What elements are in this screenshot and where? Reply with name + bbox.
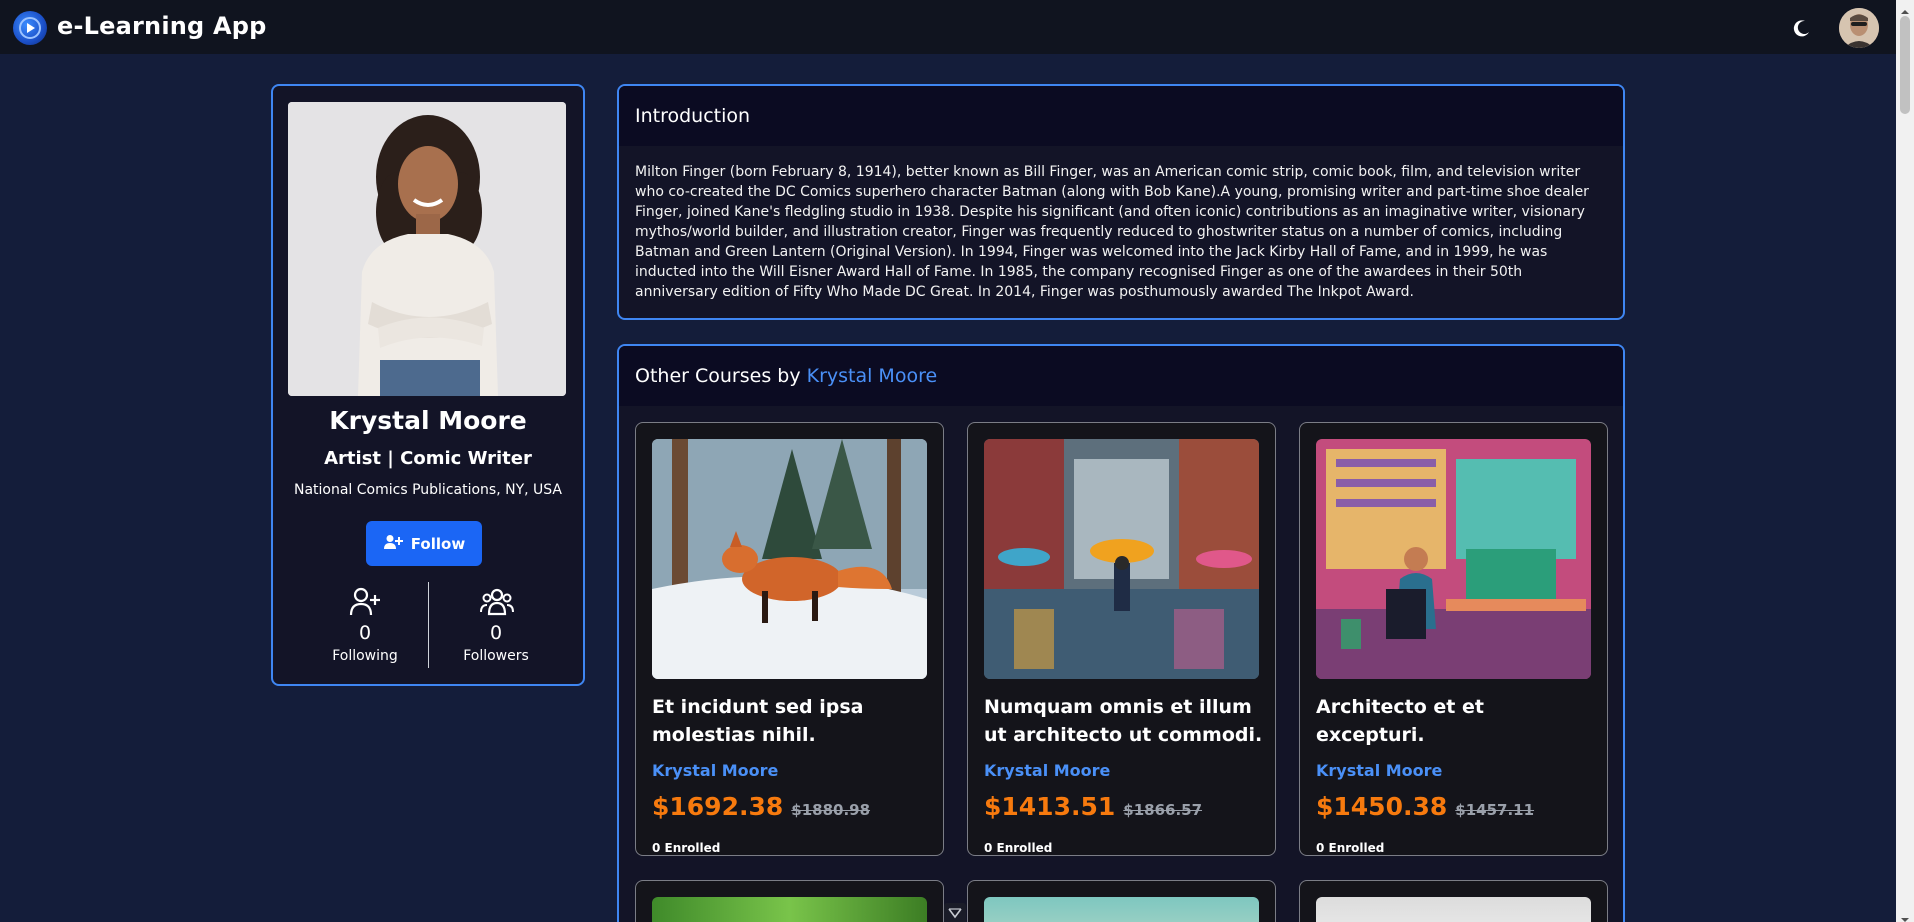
top-navbar: e-Learning App — [0, 0, 1896, 54]
course-enrolled-count: 0 Enrolled — [984, 841, 1053, 855]
course-price: $1692.38 — [652, 792, 784, 821]
price-row: $1413.51 $1866.57 — [984, 793, 1264, 824]
course-enrolled-count: 0 Enrolled — [1316, 841, 1385, 855]
price-row: $1692.38 $1880.98 — [652, 793, 932, 824]
scroll-down-arrow-icon[interactable] — [1900, 910, 1910, 922]
following-stat[interactable]: 0 Following — [305, 586, 425, 664]
users-icon — [480, 586, 514, 618]
course-old-price: $1866.57 — [1123, 801, 1203, 819]
course-card[interactable]: Architecto et et excepturi. Krystal Moor… — [1299, 422, 1608, 856]
course-author-link[interactable]: Krystal Moore — [984, 757, 1264, 785]
app-logo-icon[interactable] — [13, 11, 47, 45]
other-courses-author-link[interactable]: Krystal Moore — [807, 365, 938, 387]
followers-label: Followers — [463, 648, 529, 664]
course-price: $1450.38 — [1316, 792, 1448, 821]
user-plus-icon — [349, 586, 381, 618]
course-thumbnail-programmer-desk[interactable] — [1316, 439, 1591, 679]
course-thumbnail-rainy-street[interactable] — [984, 439, 1259, 679]
following-count: 0 — [358, 622, 372, 644]
course-thumbnail[interactable] — [984, 897, 1259, 922]
course-old-price: $1880.98 — [791, 801, 871, 819]
scrollbar-track[interactable] — [1896, 0, 1914, 922]
scrollbar-thumb[interactable] — [1900, 16, 1910, 114]
app-title[interactable]: e-Learning App — [57, 12, 267, 40]
profile-card: Krystal Moore Artist | Comic Writer Nati… — [271, 84, 585, 686]
moon-icon[interactable] — [1792, 18, 1812, 38]
course-thumbnail[interactable] — [652, 897, 927, 922]
other-courses-title: Other Courses by Krystal Moore — [619, 346, 1623, 406]
scroll-up-arrow-icon[interactable] — [1900, 2, 1910, 14]
course-title[interactable]: Architecto et et excepturi. — [1316, 693, 1596, 749]
follow-button[interactable]: Follow — [366, 521, 482, 566]
followers-count: 0 — [489, 622, 503, 644]
follow-button-label: Follow — [410, 534, 466, 553]
chevron-down-icon[interactable] — [944, 903, 966, 922]
other-courses-prefix: Other Courses by — [635, 365, 807, 387]
course-info: Numquam omnis et illum ut architecto ut … — [984, 693, 1264, 862]
course-title[interactable]: Numquam omnis et illum ut architecto ut … — [984, 693, 1264, 749]
introduction-text: Milton Finger (born February 8, 1914), b… — [635, 164, 1589, 300]
introduction-title: Introduction — [619, 86, 1623, 146]
course-card[interactable]: Numquam omnis et illum ut architecto ut … — [967, 422, 1276, 856]
profile-name: Krystal Moore — [329, 406, 527, 435]
course-enrolled-count: 0 Enrolled — [652, 841, 721, 855]
course-author-link[interactable]: Krystal Moore — [1316, 757, 1596, 785]
following-label: Following — [332, 648, 398, 664]
followers-stat[interactable]: 0 Followers — [436, 586, 556, 664]
user-avatar[interactable] — [1839, 8, 1879, 48]
price-row: $1450.38 $1457.11 — [1316, 793, 1596, 824]
course-card[interactable] — [967, 880, 1276, 922]
course-old-price: $1457.11 — [1455, 801, 1535, 819]
course-card[interactable] — [635, 880, 944, 922]
course-title[interactable]: Et incidunt sed ipsa molestias nihil. — [652, 693, 932, 749]
course-info: Et incidunt sed ipsa molestias nihil. Kr… — [652, 693, 932, 862]
stat-divider — [428, 582, 429, 668]
course-thumbnail[interactable] — [1316, 897, 1591, 922]
profile-photo — [288, 102, 566, 396]
course-info: Architecto et et excepturi. Krystal Moor… — [1316, 693, 1596, 862]
user-plus-icon — [383, 534, 403, 554]
course-card[interactable]: Et incidunt sed ipsa molestias nihil. Kr… — [635, 422, 944, 856]
profile-organization: National Comics Publications, NY, USA — [293, 482, 563, 498]
profile-role: Artist | Comic Writer — [324, 448, 532, 469]
introduction-card: Introduction Milton Finger (born Februar… — [617, 84, 1625, 320]
other-courses-card: Other Courses by Krystal Moore Et incidu… — [617, 344, 1625, 922]
course-price: $1413.51 — [984, 792, 1116, 821]
course-author-link[interactable]: Krystal Moore — [652, 757, 932, 785]
course-card[interactable] — [1299, 880, 1608, 922]
course-thumbnail-fox[interactable] — [652, 439, 927, 679]
